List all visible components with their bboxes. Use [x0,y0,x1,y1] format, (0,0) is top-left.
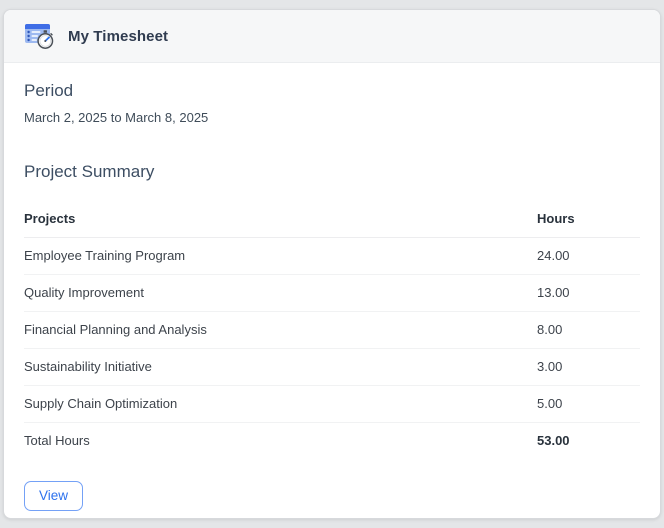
hours-cell: 13.00 [537,274,640,312]
total-hours-value: 53.00 [537,433,570,449]
card-body: Period March 2, 2025 to March 8, 2025 Pr… [4,63,660,511]
column-header-projects: Projects [24,200,537,238]
total-row: Total Hours 53.00 [24,422,640,459]
hours-cell: 24.00 [537,237,640,275]
project-name-cell: Financial Planning and Analysis [24,311,537,349]
project-name-cell: Employee Training Program [24,237,537,275]
hours-cell: 8.00 [537,311,640,349]
table-row: Employee Training Program 24.00 [24,237,640,275]
table-row: Financial Planning and Analysis 8.00 [24,311,640,349]
table-row: Supply Chain Optimization 5.00 [24,385,640,423]
timesheet-card: My Timesheet Period March 2, 2025 to Mar… [3,9,661,519]
project-summary-table: Projects Hours Employee Training Program… [24,200,640,459]
card-header: My Timesheet [4,10,660,63]
table-row: Sustainability Initiative 3.00 [24,348,640,386]
project-name-cell: Supply Chain Optimization [24,385,537,423]
timesheet-clock-icon [24,21,56,51]
hours-cell: 5.00 [537,385,640,423]
card-actions: View [24,481,640,511]
project-name-cell: Quality Improvement [24,274,537,312]
table-row: Quality Improvement 13.00 [24,274,640,312]
project-name-cell: Sustainability Initiative [24,348,537,386]
total-label: Total Hours [24,433,90,449]
table-header-row: Projects Hours [24,200,640,238]
period-heading: Period [24,81,74,100]
card-title: My Timesheet [68,27,169,45]
period-range: March 2, 2025 to March 8, 2025 [24,110,209,125]
project-summary-heading: Project Summary [24,162,155,181]
hours-cell: 3.00 [537,348,640,386]
view-button[interactable]: View [24,481,84,511]
column-header-hours: Hours [537,200,640,238]
